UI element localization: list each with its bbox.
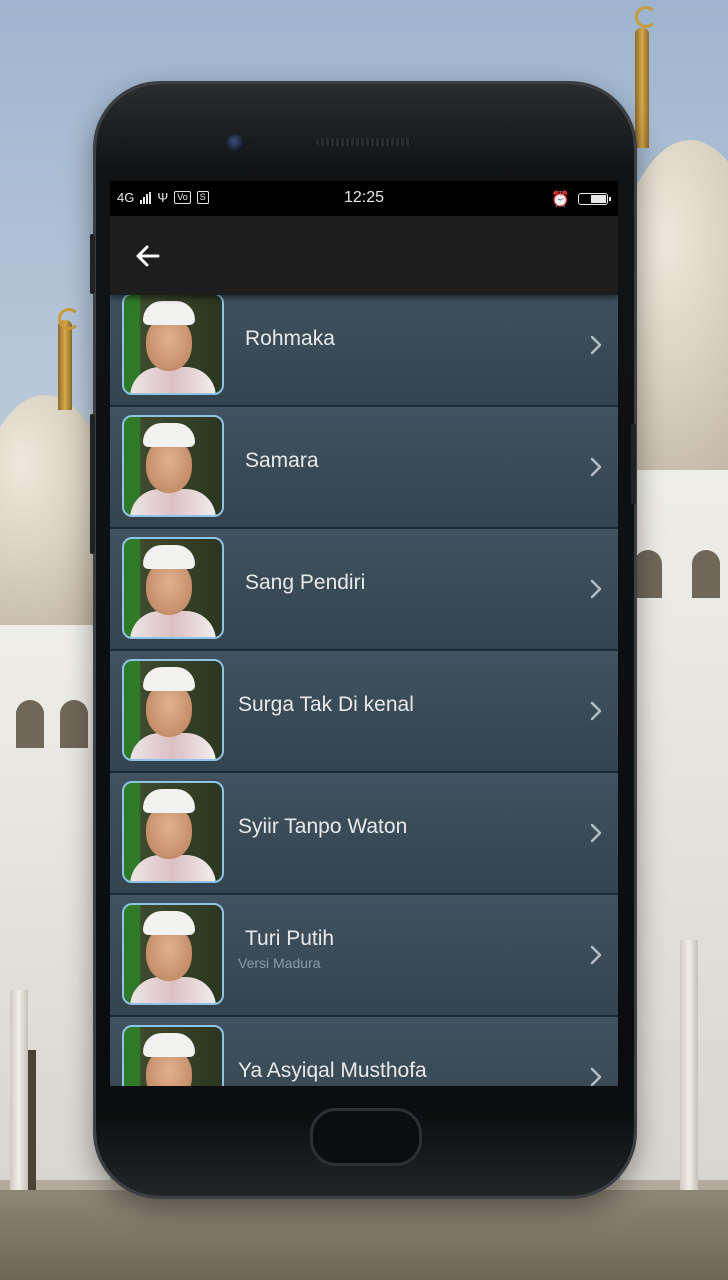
song-title: Turi Putih [245, 927, 335, 950]
chevron-right-icon [590, 1067, 602, 1086]
volume-button [90, 234, 95, 294]
mosque-column [680, 940, 698, 1200]
list-item[interactable]: Surga Tak Di kenal [110, 651, 618, 773]
chevron-right-icon [590, 945, 602, 965]
mosque-arch [634, 550, 662, 598]
song-thumbnail [122, 295, 224, 395]
song-thumbnail [122, 415, 224, 517]
song-title: Ya Asyiqal Musthofa [238, 1059, 427, 1082]
status-right-icons: ⏰ [551, 190, 611, 208]
list-item[interactable]: Syiir Tanpo Waton [110, 773, 618, 895]
arrow-left-icon [136, 245, 160, 267]
back-button[interactable] [130, 238, 166, 274]
chevron-right-icon [590, 457, 602, 477]
list-item[interactable]: Ya Asyiqal Musthofa [110, 1017, 618, 1086]
side-button [631, 424, 636, 504]
mosque-arch [16, 700, 44, 748]
mosque-spire-left [58, 320, 72, 410]
list-item[interactable]: Sang Pendiri [110, 529, 618, 651]
song-title: Surga Tak Di kenal [238, 693, 414, 716]
song-thumbnail [122, 537, 224, 639]
alarm-icon: ⏰ [551, 191, 570, 208]
song-thumbnail [122, 903, 224, 1005]
song-list[interactable]: Rohmaka Samara Sang Pendiri Surga Tak Di ke… [110, 295, 618, 1086]
song-thumbnail [122, 781, 224, 883]
status-time: 12:25 [343, 189, 385, 206]
song-title: Samara [245, 449, 319, 472]
battery-icon [578, 193, 611, 205]
mosque-column [10, 990, 28, 1200]
mosque-arch [692, 550, 720, 598]
list-item[interactable]: Samara [110, 407, 618, 529]
crescent-icon [635, 6, 657, 28]
song-list-inner: Rohmaka Samara Sang Pendiri Surga Tak Di ke… [110, 295, 618, 1086]
song-thumbnail [122, 1025, 224, 1086]
song-thumbnail [122, 659, 224, 761]
song-title: Rohmaka [245, 327, 335, 350]
chevron-right-icon [590, 701, 602, 721]
power-button [90, 414, 95, 554]
crescent-icon [58, 308, 80, 330]
front-camera [227, 134, 245, 152]
mosque-spire-right [635, 28, 649, 148]
status-bar: 4G Ψ Vo S 12:25 ⏰ [110, 181, 618, 216]
chevron-right-icon [590, 823, 602, 843]
list-item[interactable]: Turi Putih Versi Madura [110, 895, 618, 1017]
mosque-arch [60, 700, 88, 748]
list-item[interactable]: Rohmaka [110, 295, 618, 407]
chevron-right-icon [590, 579, 602, 599]
chevron-right-icon [590, 335, 602, 355]
song-title: Sang Pendiri [245, 571, 366, 594]
background-scene: 4G Ψ Vo S 12:25 ⏰ Rohmaka Samara Sang Pend… [0, 0, 728, 1280]
phone-screen: 4G Ψ Vo S 12:25 ⏰ Rohmaka Samara Sang Pend… [110, 181, 618, 1086]
app-bar [110, 216, 618, 295]
song-subtitle: Versi Madura [238, 955, 321, 971]
palm-tree [28, 1050, 36, 1200]
home-button[interactable] [310, 1108, 422, 1166]
song-title: Syiir Tanpo Waton [238, 815, 408, 838]
ground [0, 1190, 728, 1280]
earpiece-speaker [316, 138, 412, 146]
